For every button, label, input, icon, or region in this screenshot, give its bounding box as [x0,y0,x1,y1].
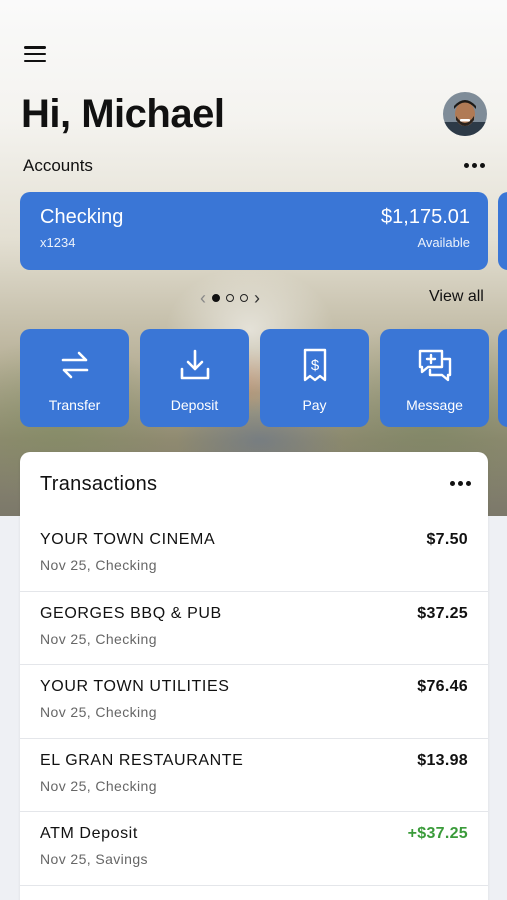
greeting-title: Hi, Michael [21,92,225,136]
pager-dot[interactable] [212,294,220,302]
transaction-amount: $7.50 [426,531,468,548]
transaction-merchant: ATM Deposit [40,825,138,842]
transaction-amount: $37.25 [417,604,468,622]
pay-label: Pay [302,397,327,413]
quick-actions: Transfer Deposit $ Pay Message [20,329,507,429]
account-pager: ‹ › [200,288,310,308]
transaction-amount: $76.46 [417,678,468,695]
account-card-checking[interactable]: Checking x1234 $1,175.01 Available [20,192,488,270]
transactions-title: Transactions [40,473,158,495]
transaction-meta: Nov 25, Checking [40,630,157,647]
transaction-merchant: EL GRAN RESTAURANTE [40,751,244,769]
transaction-meta: Nov 25, Savings [40,851,148,867]
top-bar [0,0,507,90]
transfer-label: Transfer [48,397,101,413]
next-account-card[interactable] [498,192,507,270]
accounts-more-icon[interactable] [464,163,485,168]
transaction-meta: Nov 25, Checking [40,557,157,573]
transaction-row[interactable]: YOUR TOWN UTILITIES Nov 25, Checking $76… [20,665,488,739]
view-all-link[interactable]: View all [429,288,484,306]
chevron-right-icon[interactable]: › [254,289,260,307]
transaction-meta: Nov 25, Checking [40,777,157,794]
transaction-amount: $13.98 [417,751,468,769]
bill-pay-icon: $ [303,348,326,382]
transaction-row[interactable]: YOUR TOWN CINEMA Nov 25, Checking $7.50 [20,518,488,592]
accounts-label: Accounts [23,156,93,175]
transaction-merchant: YOUR TOWN CINEMA [40,531,216,548]
transaction-row[interactable]: EL GRAN RESTAURANTE Nov 25, Checking $13… [20,739,488,812]
account-balance: $1,175.01 [381,206,470,228]
svg-text:$: $ [310,357,319,374]
avatar[interactable] [443,92,487,136]
transaction-amount: +$37.25 [407,825,468,842]
transaction-merchant: YOUR TOWN UTILITIES [40,678,230,695]
transfer-button[interactable]: Transfer [20,329,129,427]
transaction-merchant: GEORGES BBQ & PUB [40,604,222,622]
transactions-list: YOUR TOWN CINEMA Nov 25, Checking $7.50 … [20,518,488,886]
pay-button[interactable]: $ Pay [260,329,369,427]
deposit-button[interactable]: Deposit [140,329,249,427]
next-action-button[interactable] [498,329,507,427]
transaction-row[interactable]: ATM Deposit Nov 25, Savings +$37.25 [20,812,488,886]
transactions-more-icon[interactable] [450,481,471,486]
hamburger-menu-icon[interactable] [24,44,46,64]
transaction-row[interactable]: GEORGES BBQ & PUB Nov 25, Checking $37.2… [20,592,488,665]
transaction-meta: Nov 25, Checking [40,704,157,720]
account-balance-label: Available [417,235,470,250]
message-button[interactable]: Message [380,329,489,427]
message-icon [418,349,451,382]
pager-dot[interactable] [226,294,234,302]
deposit-label: Deposit [170,397,219,413]
transfer-icon [61,351,88,379]
deposit-icon [180,349,209,380]
transactions-panel: Transactions YOUR TOWN CINEMA Nov 25, Ch… [20,452,488,900]
chevron-left-icon[interactable]: ‹ [200,289,206,307]
pager-dot[interactable] [240,294,248,302]
account-number: x1234 [40,235,76,250]
message-label: Message [406,397,463,413]
